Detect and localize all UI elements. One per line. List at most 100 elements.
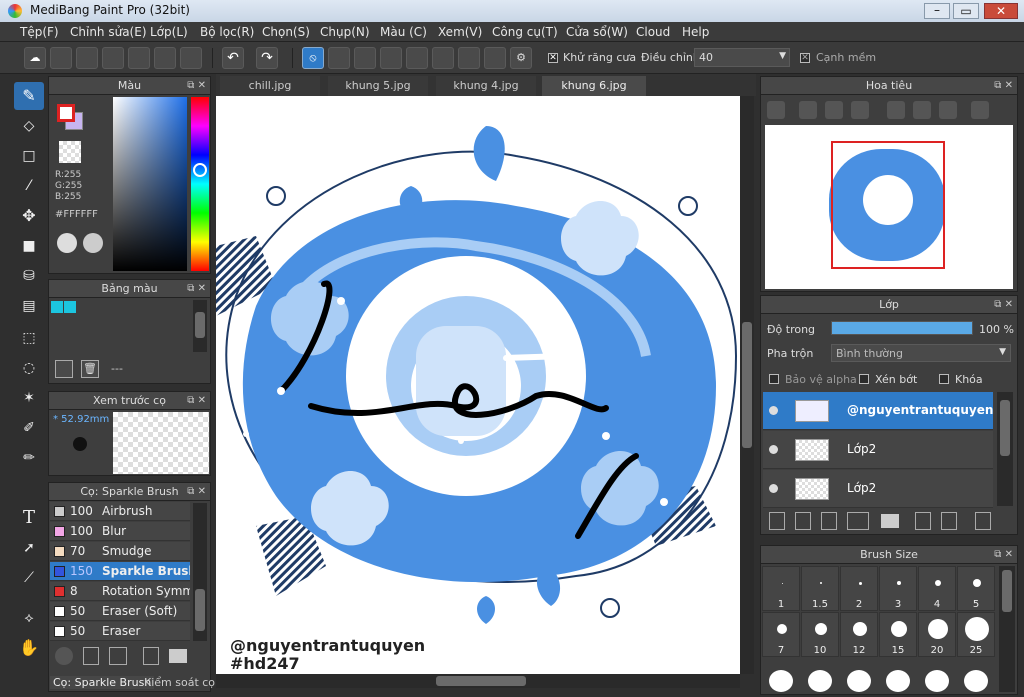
menu-edit[interactable]: Chỉnh sửa(E) xyxy=(70,25,147,39)
menu-layer[interactable]: Lớp(L) xyxy=(150,25,188,39)
brush-item-selected[interactable]: 150 Sparkle Brush xyxy=(50,562,190,581)
radial-snap-icon[interactable] xyxy=(406,47,428,69)
brush-size-cell[interactable]: 25 xyxy=(957,612,995,657)
color-settings-icon[interactable] xyxy=(83,233,103,253)
reset-icon[interactable] xyxy=(913,101,931,119)
panel-controls-icon[interactable]: ⧉ ✕ xyxy=(994,77,1013,95)
brush-size-dot[interactable] xyxy=(769,670,793,692)
panel-controls-icon[interactable]: ⧉ ✕ xyxy=(187,483,206,501)
brush-size-cell[interactable]: 4 xyxy=(918,566,956,611)
brush-size-dot[interactable] xyxy=(808,670,832,692)
add-layer-menu-icon[interactable] xyxy=(847,512,869,530)
no-snap-icon[interactable]: ⦸ xyxy=(302,47,324,69)
palette-scrollbar[interactable] xyxy=(193,300,207,352)
menu-filter[interactable]: Bộ lọc(R) xyxy=(200,25,254,39)
tab-khung6[interactable]: khung 6.jpg xyxy=(542,76,646,96)
magic-wand-icon[interactable]: ✶ xyxy=(14,384,44,412)
canvas-hscrollbar[interactable] xyxy=(216,674,740,688)
blend-select[interactable]: Bình thường ▼ xyxy=(831,344,1011,362)
gear-icon[interactable]: ⚙ xyxy=(510,47,532,69)
brush-size-dot[interactable] xyxy=(964,670,988,692)
new-layer-icon[interactable] xyxy=(769,512,785,530)
page-icon[interactable] xyxy=(128,47,150,69)
brush-item[interactable]: 100 Blur xyxy=(50,522,190,541)
brush-size-cell[interactable]: 2 xyxy=(840,566,878,611)
navigator-thumbnail[interactable] xyxy=(765,125,1013,289)
close-button[interactable]: ✕ xyxy=(984,3,1018,19)
menu-file[interactable]: Tệp(F) xyxy=(20,25,59,39)
zoom-in-icon[interactable] xyxy=(767,101,785,119)
antialias-checkbox[interactable]: ✕ xyxy=(548,53,558,63)
brush-item[interactable]: 8 Rotation Symmetry Pen xyxy=(50,582,190,601)
brush-size-dot[interactable] xyxy=(925,670,949,692)
brush-size-cell[interactable]: 20 xyxy=(918,612,956,657)
brush-size-cell[interactable]: 15 xyxy=(879,612,917,657)
layer-row[interactable]: Lớp2 xyxy=(763,431,993,469)
ellipse-snap-icon[interactable] xyxy=(484,47,506,69)
brush-tool-icon[interactable]: ✎ xyxy=(14,82,44,110)
panel-controls-icon[interactable]: ⧉ ✕ xyxy=(187,280,206,298)
brush-item[interactable]: 50 Eraser (Soft) xyxy=(50,602,190,621)
view-rectangle[interactable] xyxy=(831,141,945,269)
curve-snap-icon[interactable] xyxy=(458,47,480,69)
fit-icon[interactable] xyxy=(825,101,843,119)
saturation-square[interactable] xyxy=(113,97,187,271)
brush-size-cell[interactable]: 12 xyxy=(840,612,878,657)
clip-checkbox[interactable] xyxy=(859,374,869,384)
hue-slider[interactable] xyxy=(191,97,209,271)
fill-rect-tool-icon[interactable]: ■ xyxy=(14,232,44,260)
new-page-icon[interactable] xyxy=(55,360,73,378)
new-layer-1bit-icon[interactable] xyxy=(821,512,837,530)
brush-size-cell[interactable]: 1 xyxy=(762,566,800,611)
tab-khung5[interactable]: khung 5.jpg xyxy=(328,76,428,96)
brush-copy-icon[interactable] xyxy=(143,647,159,665)
maximize-button[interactable]: ▭ xyxy=(953,3,979,19)
brush-size-dot[interactable] xyxy=(847,670,871,692)
smooth-checkbox[interactable]: ✕ xyxy=(800,53,810,63)
menu-window[interactable]: Cửa sổ(W) xyxy=(566,25,628,39)
brush-item[interactable]: 70 Smudge xyxy=(50,542,190,561)
menu-color[interactable]: Màu (C) xyxy=(380,25,427,39)
scroll-thumb[interactable] xyxy=(195,589,205,631)
rotate-left-icon[interactable] xyxy=(887,101,905,119)
eye-icon[interactable] xyxy=(769,484,778,493)
panel-controls-icon[interactable]: ⧉ ✕ xyxy=(994,546,1013,564)
canvas-vscrollbar[interactable] xyxy=(740,96,754,674)
folder-icon[interactable] xyxy=(881,514,899,528)
scroll-thumb[interactable] xyxy=(436,676,526,686)
select-tool-icon[interactable]: ⬚ xyxy=(14,324,44,352)
parallel-snap-icon[interactable] xyxy=(328,47,350,69)
circle-snap-icon[interactable] xyxy=(432,47,454,69)
trash-icon[interactable]: 🗑 xyxy=(81,360,99,378)
scroll-thumb[interactable] xyxy=(1000,400,1010,456)
eyedropper-icon[interactable]: ⟡ xyxy=(14,604,44,632)
cloud-icon[interactable]: ☁ xyxy=(24,47,46,69)
brush-item[interactable]: 50 Eraser xyxy=(50,622,190,641)
menu-view[interactable]: Xem(V) xyxy=(438,25,482,39)
flip-icon[interactable] xyxy=(971,101,989,119)
brush-size-cell[interactable]: 7 xyxy=(762,612,800,657)
primary-color-swatch[interactable] xyxy=(57,104,75,122)
rotate-right-icon[interactable] xyxy=(939,101,957,119)
bucket-tool-icon[interactable]: ⛁ xyxy=(14,262,44,290)
select-pen-icon[interactable]: ✐ xyxy=(14,414,44,442)
gradient-tool-icon[interactable]: ▤ xyxy=(14,292,44,320)
scroll-thumb[interactable] xyxy=(195,312,205,338)
menu-select[interactable]: Chọn(S) xyxy=(262,25,310,39)
brush-panel-tab[interactable]: Cọ: Sparkle Brush xyxy=(50,676,155,689)
eye-icon[interactable] xyxy=(769,445,778,454)
dot-tool-icon[interactable]: ⁄ xyxy=(14,172,44,200)
divide-tool-icon[interactable]: ⟋ xyxy=(14,564,44,592)
brush-list-scrollbar[interactable] xyxy=(193,503,207,641)
eraser-tool-icon[interactable]: ◇ xyxy=(14,112,44,140)
hue-handle[interactable] xyxy=(193,163,207,177)
text-tool-icon[interactable]: T xyxy=(14,504,44,532)
cross-snap-icon[interactable] xyxy=(354,47,376,69)
redo-icon[interactable]: ↷ xyxy=(256,47,278,69)
panel-controls-icon[interactable]: ⧉ ✕ xyxy=(994,296,1013,314)
brush-size-cell[interactable]: 10 xyxy=(801,612,839,657)
panel-icon[interactable] xyxy=(154,47,176,69)
merge-layer-icon[interactable] xyxy=(941,512,957,530)
layer-row-selected[interactable]: @nguyentrantuquyen xyxy=(763,392,993,430)
menu-tools[interactable]: Công cụ(T) xyxy=(492,25,558,39)
